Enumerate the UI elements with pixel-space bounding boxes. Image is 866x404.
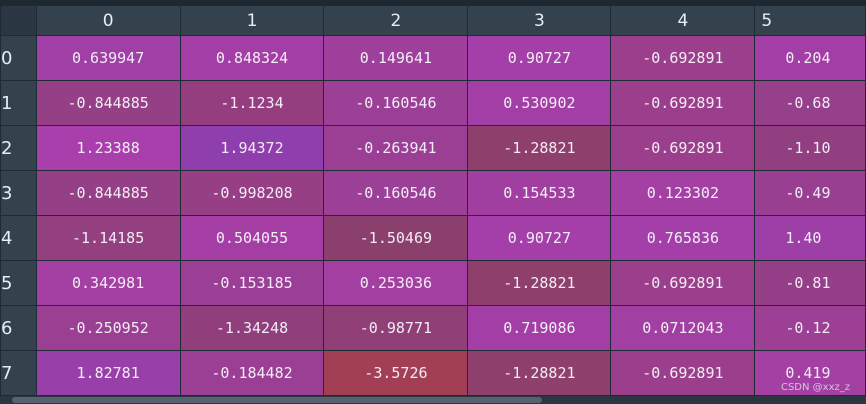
table-row: 7 1.82781 -0.184482 -3.5726 -1.28821 -0.… bbox=[0, 350, 866, 396]
table-cell[interactable]: -0.49 bbox=[754, 170, 866, 216]
table-cell[interactable]: 0.342981 bbox=[35, 260, 181, 306]
table-cell[interactable]: 1.82781 bbox=[35, 350, 181, 396]
table-cell[interactable]: -3.5726 bbox=[323, 350, 469, 396]
table-cell[interactable]: -1.34248 bbox=[179, 305, 325, 351]
table-cell[interactable]: -0.81 bbox=[754, 260, 866, 306]
table-row: 5 0.342981 -0.153185 0.253036 -1.28821 -… bbox=[0, 260, 866, 306]
table-cell[interactable]: -0.98771 bbox=[323, 305, 469, 351]
table-cell[interactable]: -0.12 bbox=[754, 305, 866, 351]
column-header-4[interactable]: 4 bbox=[610, 5, 756, 36]
column-header-1[interactable]: 1 bbox=[179, 5, 325, 36]
table-cell[interactable]: 0.639947 bbox=[35, 35, 181, 81]
table-cell[interactable]: -0.160546 bbox=[323, 170, 469, 216]
table-cell[interactable]: -1.1234 bbox=[179, 80, 325, 126]
table-cell[interactable]: -0.844885 bbox=[35, 170, 181, 216]
table-cell[interactable]: 0.154533 bbox=[467, 170, 612, 216]
table-cell[interactable]: 0.504055 bbox=[179, 215, 325, 261]
table-cell[interactable]: 1.94372 bbox=[179, 125, 325, 171]
header-row: 0 1 2 3 4 5 bbox=[0, 5, 866, 36]
table-row: 1 -0.844885 -1.1234 -0.160546 0.530902 -… bbox=[0, 80, 866, 126]
column-header-5[interactable]: 5 bbox=[754, 5, 866, 36]
table-cell[interactable]: -1.50469 bbox=[323, 215, 469, 261]
table-cell[interactable]: 0.90727 bbox=[467, 35, 612, 81]
table-row: 3 -0.844885 -0.998208 -0.160546 0.154533… bbox=[0, 170, 866, 216]
row-header-0[interactable]: 0 bbox=[0, 35, 37, 81]
table-cell[interactable]: -1.28821 bbox=[467, 125, 612, 171]
table-cell[interactable]: 0.90727 bbox=[467, 215, 612, 261]
horizontal-scrollbar[interactable] bbox=[0, 396, 866, 404]
table-cell[interactable]: -0.263941 bbox=[323, 125, 469, 171]
table-cell[interactable]: 0.848324 bbox=[179, 35, 325, 81]
table-cell[interactable]: 0.123302 bbox=[610, 170, 756, 216]
table-cell[interactable]: -0.184482 bbox=[179, 350, 325, 396]
table-cell[interactable]: 0.0712043 bbox=[610, 305, 756, 351]
table-cell[interactable]: -0.68 bbox=[754, 80, 866, 126]
table-cell[interactable]: -1.28821 bbox=[467, 350, 612, 396]
row-header-4[interactable]: 4 bbox=[0, 215, 37, 261]
watermark-text: CSDN @xxz_z bbox=[780, 382, 850, 393]
table-cell[interactable]: 1.40 bbox=[754, 215, 866, 261]
table-row: 2 1.23388 1.94372 -0.263941 -1.28821 -0.… bbox=[0, 125, 866, 171]
table-cell[interactable]: -1.10 bbox=[754, 125, 866, 171]
table-cell[interactable]: -1.28821 bbox=[467, 260, 612, 306]
column-header-2[interactable]: 2 bbox=[323, 5, 469, 36]
table-row: 6 -0.250952 -1.34248 -0.98771 0.719086 0… bbox=[0, 305, 866, 351]
table-cell[interactable]: 0.204 bbox=[754, 35, 866, 81]
dataframe-viewer: 0 1 2 3 4 5 0 0.639947 0.848324 0.149641… bbox=[0, 0, 866, 404]
table-cell[interactable]: -0.153185 bbox=[179, 260, 325, 306]
row-header-7[interactable]: 7 bbox=[0, 350, 37, 396]
corner-cell bbox=[0, 5, 37, 36]
table-row: 4 -1.14185 0.504055 -1.50469 0.90727 0.7… bbox=[0, 215, 866, 261]
table-cell[interactable]: 1.23388 bbox=[35, 125, 181, 171]
table-cell[interactable]: 0.530902 bbox=[467, 80, 612, 126]
row-header-1[interactable]: 1 bbox=[0, 80, 37, 126]
row-header-6[interactable]: 6 bbox=[0, 305, 37, 351]
row-header-3[interactable]: 3 bbox=[0, 170, 37, 216]
column-header-3[interactable]: 3 bbox=[467, 5, 612, 36]
table-cell[interactable]: 0.149641 bbox=[323, 35, 469, 81]
table-cell[interactable]: 0.765836 bbox=[610, 215, 756, 261]
table-cell[interactable]: -0.250952 bbox=[35, 305, 181, 351]
table-row: 0 0.639947 0.848324 0.149641 0.90727 -0.… bbox=[0, 35, 866, 81]
table-cell[interactable]: 0.253036 bbox=[323, 260, 469, 306]
table-cell[interactable]: -0.692891 bbox=[610, 260, 756, 306]
dataframe-table: 0 1 2 3 4 5 0 0.639947 0.848324 0.149641… bbox=[0, 5, 866, 396]
table-cell[interactable]: -0.692891 bbox=[610, 350, 756, 396]
table-cell[interactable]: -0.692891 bbox=[610, 80, 756, 126]
table-cell[interactable]: -0.692891 bbox=[610, 125, 756, 171]
column-header-0[interactable]: 0 bbox=[35, 5, 181, 36]
table-cell[interactable]: -0.844885 bbox=[35, 80, 181, 126]
table-cell[interactable]: -0.160546 bbox=[323, 80, 469, 126]
table-cell[interactable]: 0.719086 bbox=[467, 305, 612, 351]
table-cell[interactable]: -1.14185 bbox=[35, 215, 181, 261]
table-cell[interactable]: -0.998208 bbox=[179, 170, 325, 216]
row-header-2[interactable]: 2 bbox=[0, 125, 37, 171]
row-header-5[interactable]: 5 bbox=[0, 260, 37, 306]
scrollbar-thumb[interactable] bbox=[12, 397, 542, 403]
table-cell[interactable]: -0.692891 bbox=[610, 35, 756, 81]
